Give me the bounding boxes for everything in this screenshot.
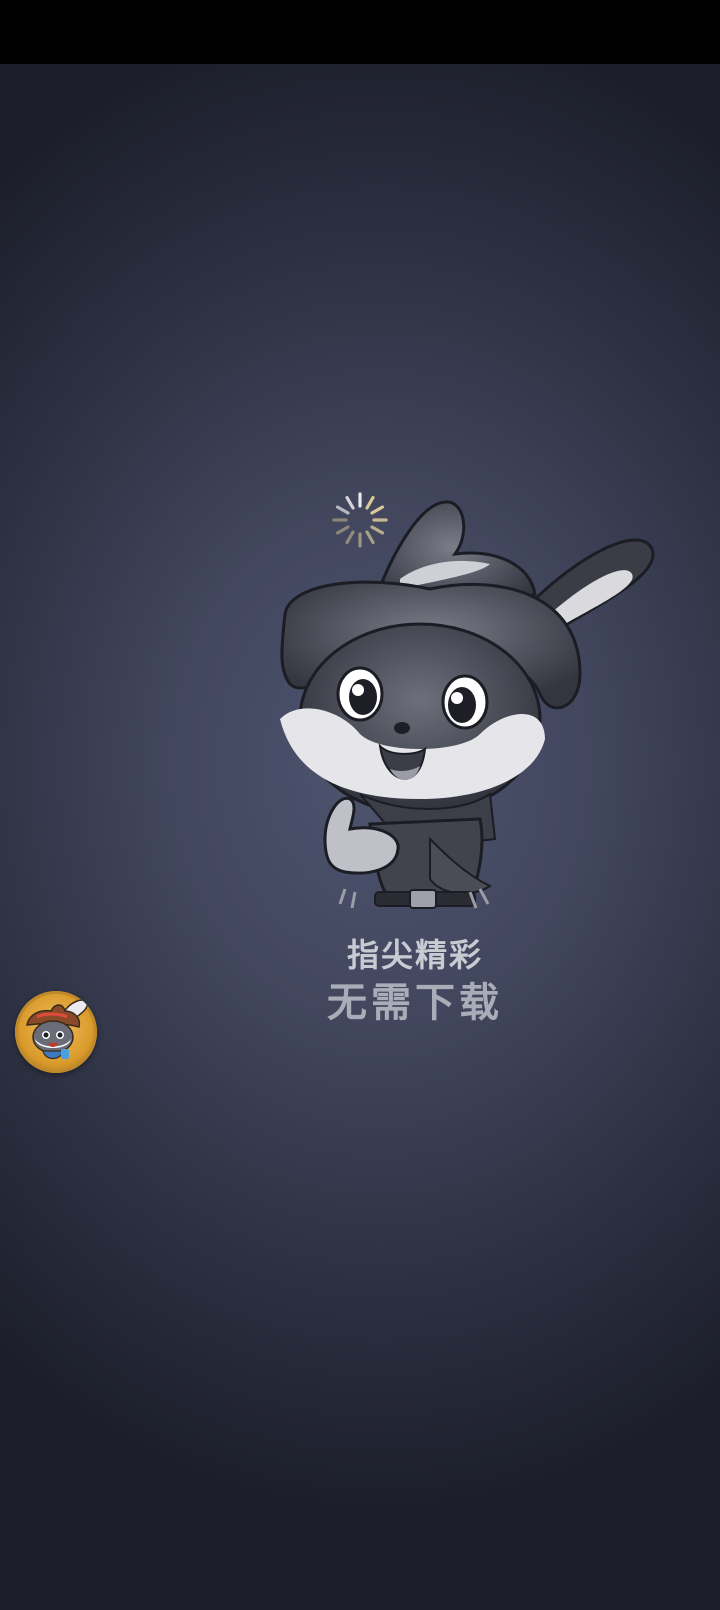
status-bar [0, 0, 720, 64]
floating-mascot-icon [26, 999, 88, 1060]
slogan-line-2: 无需下载 [327, 980, 503, 1026]
splash-screen: 指尖精彩 无需下载 [0, 64, 720, 1610]
floating-mascot-button[interactable] [15, 991, 97, 1073]
rabbit-cowboy-mascot [280, 500, 655, 909]
